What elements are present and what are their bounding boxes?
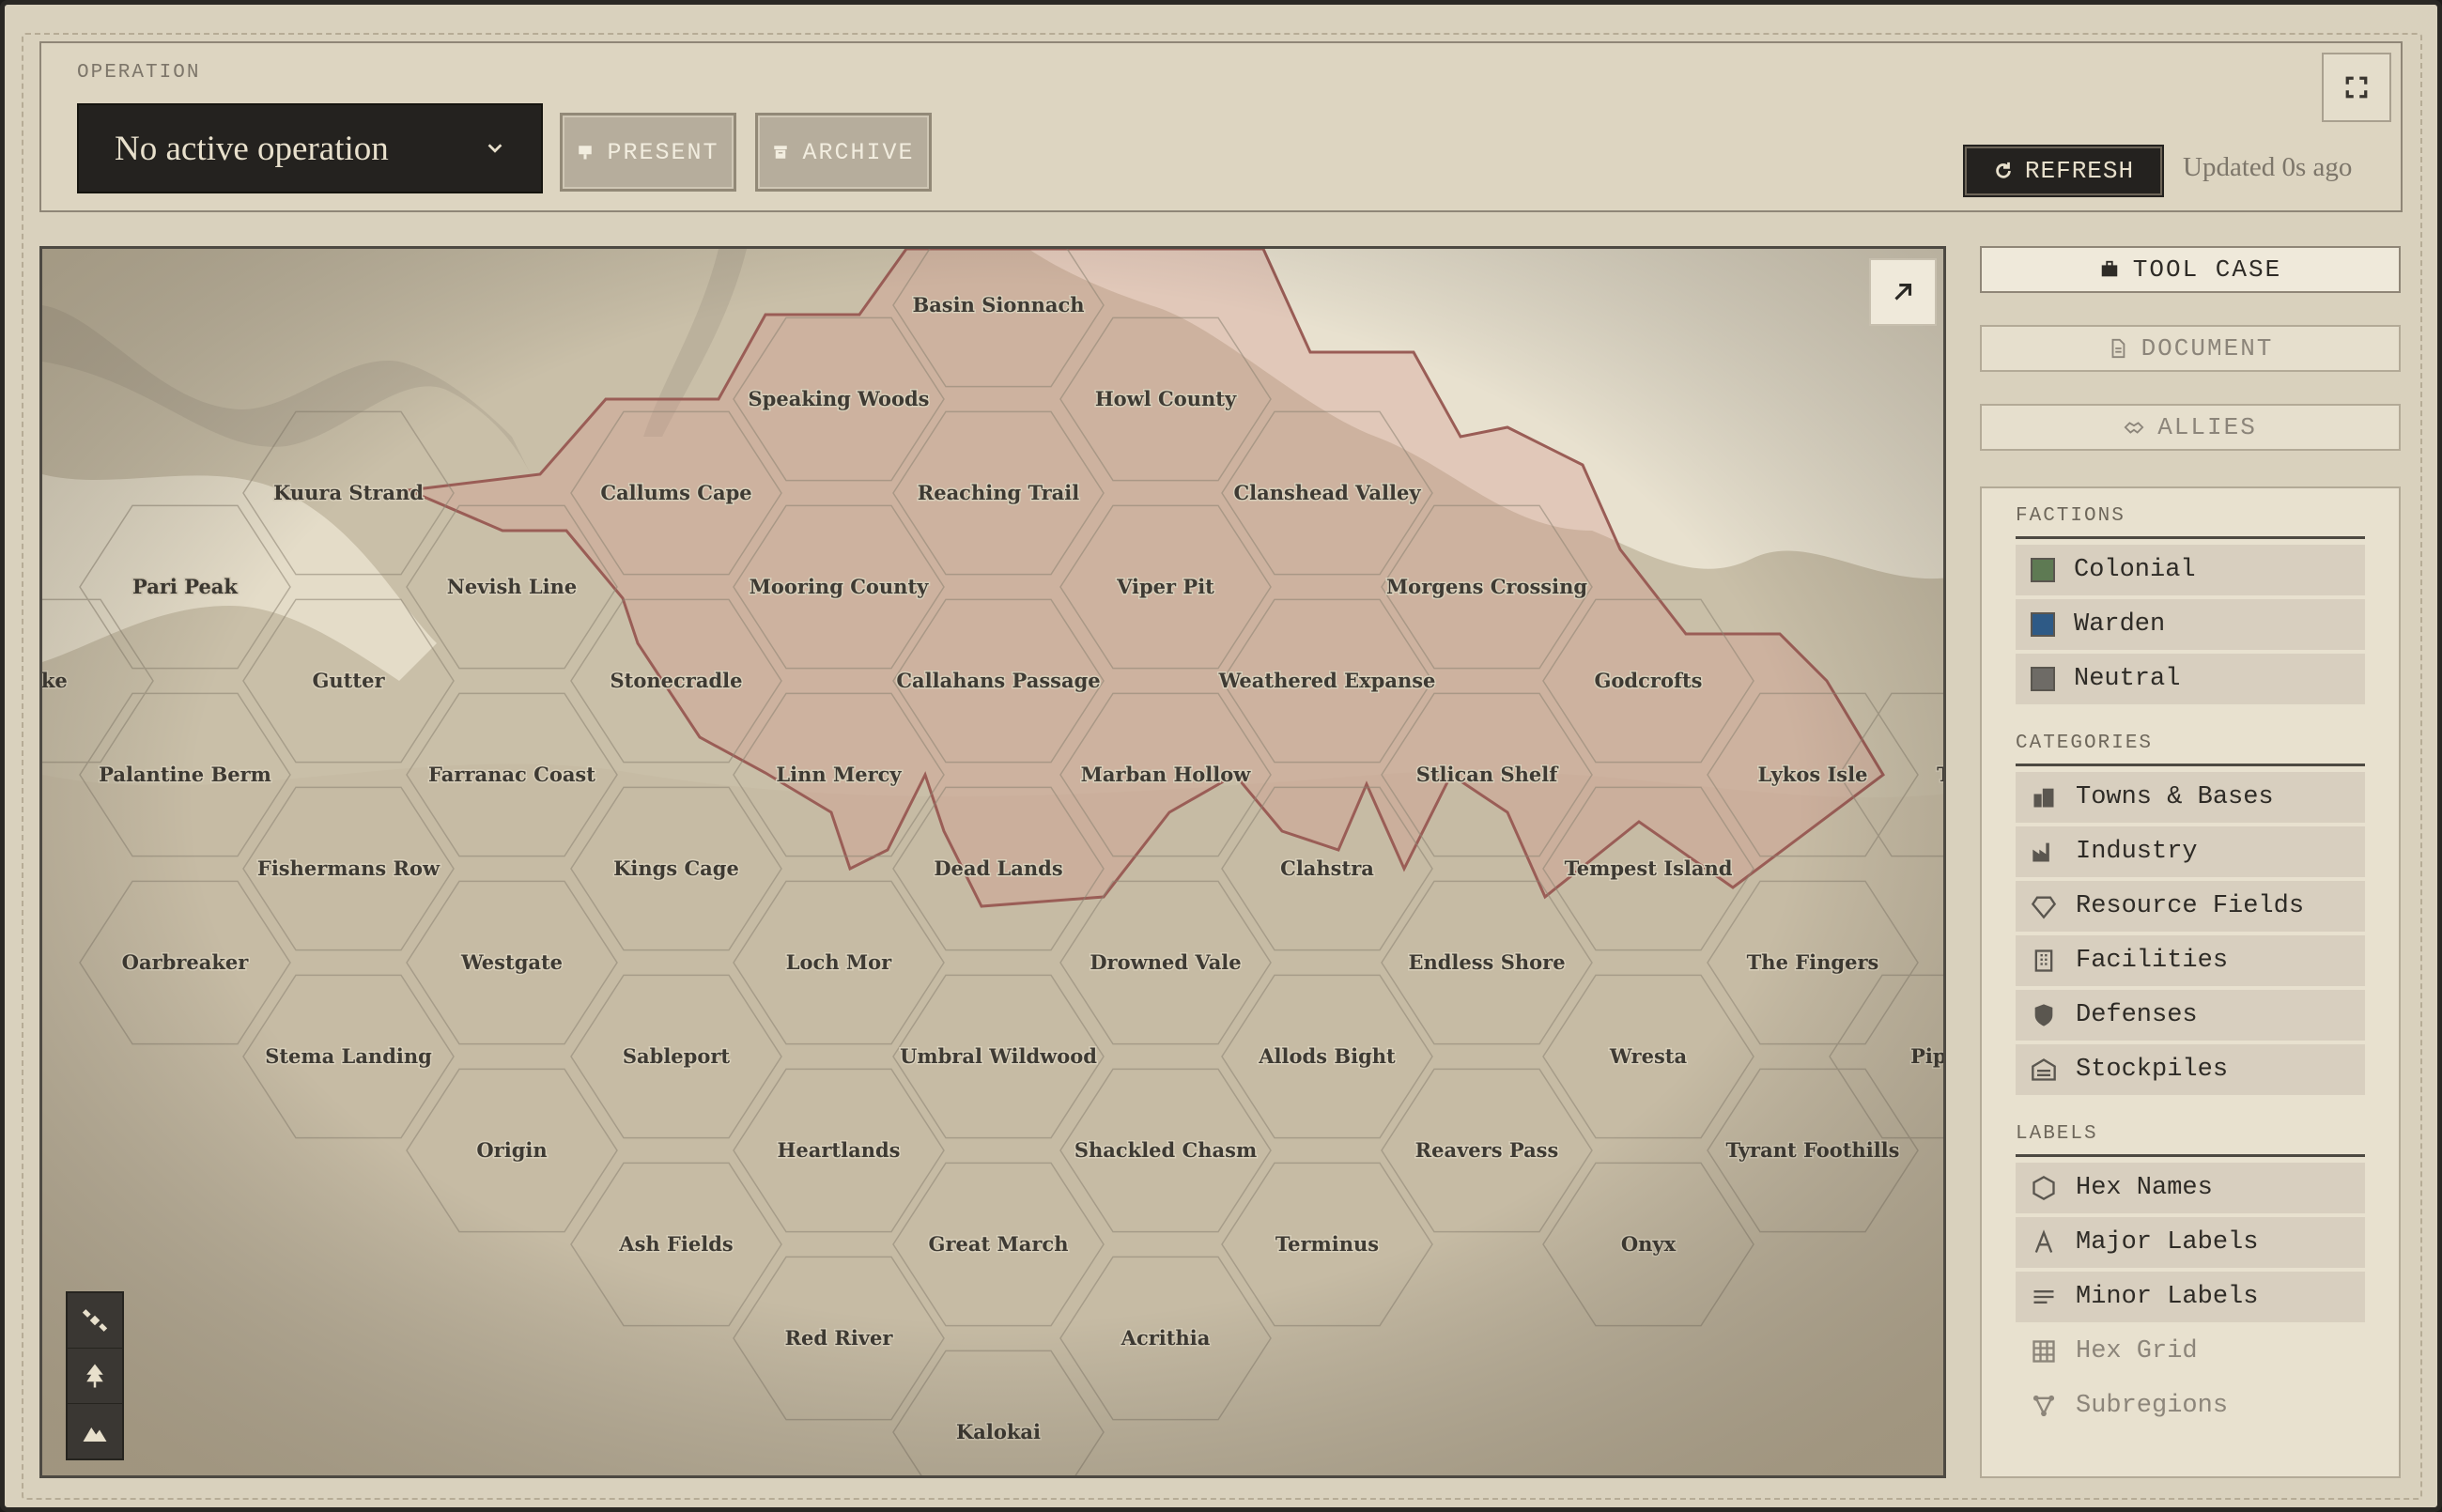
fullscreen-button[interactable] [2322,53,2391,122]
category-stockpiles[interactable]: Stockpiles [2016,1044,2365,1095]
tool-case-label: TOOL CASE [2132,255,2282,284]
categories-heading: CATEGORIES [2016,733,2365,766]
handshake-icon [2124,422,2144,434]
hexagon-icon [2032,1175,2055,1201]
factions-list: Colonial Warden Neutral [2016,545,2365,704]
operation-toolbar: OPERATION No active operation PRESENT AR… [39,41,2403,212]
category-label: Stockpiles [2076,1056,2229,1084]
neutral-swatch [2031,667,2055,691]
faction-warden[interactable]: Warden [2016,599,2365,650]
present-button[interactable]: PRESENT [560,113,736,192]
warden-swatch [2031,612,2055,637]
document-icon [2111,338,2125,359]
expand-map-button[interactable] [1869,258,1937,326]
chevron-down-icon [487,144,502,153]
label-text: Minor Labels [2076,1283,2259,1311]
archive-icon [774,146,788,159]
map-canvas: Basin SionnachSpeaking WoodsHowl CountyK… [42,249,1943,1475]
mountain-layer-button[interactable] [68,1404,122,1459]
letter-a-icon [2034,1229,2053,1253]
gem-icon [2031,896,2057,919]
label-hex-grid[interactable]: Hex Grid [2016,1326,2365,1377]
operation-select-value: No active operation [115,129,389,168]
factory-icon [2032,842,2049,862]
category-label: Industry [2076,838,2198,866]
label-text: Major Labels [2076,1228,2259,1257]
buildings-icon [2033,788,2054,808]
updated-status: Updated 0s ago [2183,152,2353,182]
labels-heading: LABELS [2016,1123,2365,1157]
label-minor-labels[interactable]: Minor Labels [2016,1272,2365,1322]
present-label: PRESENT [607,138,719,166]
faction-label: Neutral [2074,665,2181,693]
allies-label: ALLIES [2157,413,2257,441]
warehouse-icon [2032,1058,2056,1081]
faction-colonial[interactable]: Colonial [2016,545,2365,595]
label-text: Subregions [2076,1392,2229,1420]
category-label: Towns & Bases [2076,783,2274,811]
faction-label: Colonial [2074,556,2196,584]
label-major-labels[interactable]: Major Labels [2016,1217,2365,1268]
archive-label: ARCHIVE [802,138,915,166]
category-facilities[interactable]: Facilities [2016,935,2365,986]
allies-button[interactable]: ALLIES [1980,404,2401,451]
category-resource-fields[interactable]: Resource Fields [2016,881,2365,932]
label-subregions[interactable]: Subregions [2016,1381,2365,1431]
category-towns-bases[interactable]: Towns & Bases [2016,772,2365,823]
category-label: Defenses [2076,1001,2198,1029]
label-hex-names[interactable]: Hex Names [2016,1163,2365,1213]
layers-panel: FACTIONS Colonial Warden Neutral CATEGOR… [1980,486,2401,1478]
label-text: Hex Grid [2076,1337,2198,1365]
mountain-icon [83,1427,107,1442]
refresh-button[interactable]: REFRESH [1965,147,2162,195]
label-text: Hex Names [2076,1174,2213,1202]
shield-icon [2034,1004,2053,1026]
colonial-swatch [2031,558,2055,582]
labels-list: Hex Names Major Labels Minor Labels Hex … [2016,1163,2365,1431]
operation-select[interactable]: No active operation [77,103,543,193]
satellite-layer-button[interactable] [68,1293,122,1349]
categories-list: Towns & Bases Industry Resource Fields F… [2016,772,2365,1095]
arrow-up-right-icon [1894,283,1912,301]
operation-label: OPERATION [77,62,201,84]
briefcase-icon [2101,260,2118,277]
satellite-icon [82,1309,108,1332]
tool-case-button[interactable]: TOOL CASE [1980,246,2401,293]
tree-icon [86,1364,103,1388]
document-button[interactable]: DOCUMENT [1980,325,2401,372]
presentation-icon [579,146,593,160]
category-label: Facilities [2076,947,2229,975]
faction-neutral[interactable]: Neutral [2016,654,2365,704]
grid-building-icon [2034,949,2053,972]
document-label: DOCUMENT [2141,334,2274,363]
factions-heading: FACTIONS [2016,505,2365,539]
lines-icon [2033,1290,2054,1304]
nodes-icon [2032,1395,2055,1417]
category-industry[interactable]: Industry [2016,826,2365,877]
faction-label: Warden [2074,610,2166,639]
grid-icon [2032,1340,2055,1363]
fullscreen-icon [2345,76,2368,99]
refresh-icon [1996,162,2011,178]
terrain-trees-layer-button[interactable] [68,1349,122,1404]
category-label: Resource Fields [2076,892,2305,920]
category-defenses[interactable]: Defenses [2016,990,2365,1041]
map-layer-toolbar [66,1291,124,1460]
refresh-label: REFRESH [2024,157,2135,185]
hex-map[interactable]: Basin SionnachSpeaking WoodsHowl CountyK… [39,246,1946,1478]
archive-button[interactable]: ARCHIVE [755,113,932,192]
